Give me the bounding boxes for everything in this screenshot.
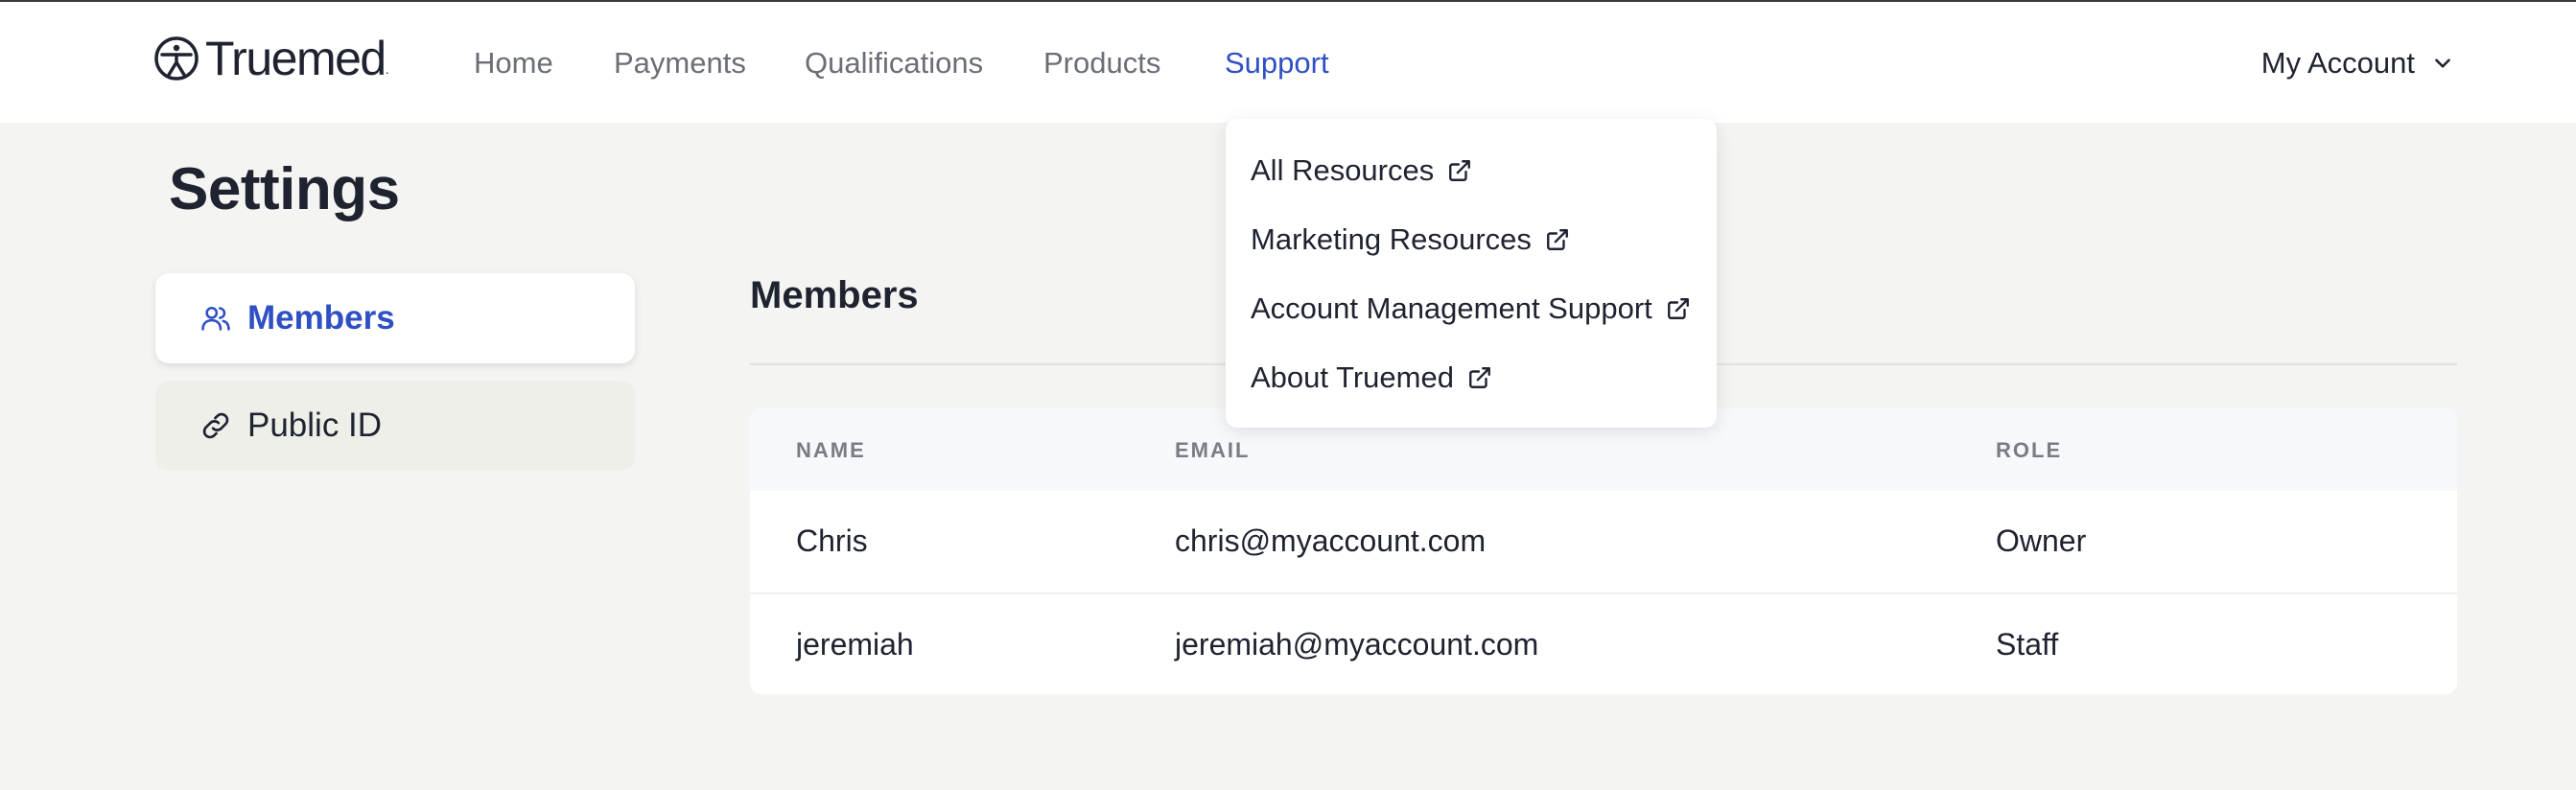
external-link-icon <box>1667 298 1689 319</box>
chevron-down-icon <box>2435 58 2450 68</box>
member-email: chris@myaccount.com <box>1175 523 1487 558</box>
logo-registered-mark: . <box>385 61 389 77</box>
menu-item-marketing-resources[interactable]: Marketing Resources <box>1251 221 1570 259</box>
external-link-icon <box>1469 367 1490 388</box>
member-role: Staff <box>1996 627 2059 662</box>
menu-item-all-resources[interactable]: All Resources <box>1251 151 1472 190</box>
members-section-title: Members <box>750 274 919 316</box>
my-account-label: My Account <box>2260 46 2415 80</box>
members-table: NAME EMAIL ROLE Chris chris@myaccount.co… <box>750 408 2457 694</box>
external-link-icon <box>1546 229 1568 250</box>
nav-qualifications[interactable]: Qualifications <box>805 44 983 82</box>
sidebar-item-members[interactable]: Members <box>155 273 635 363</box>
menu-item-label: Account Management Support <box>1251 291 1652 325</box>
column-header-name: NAME <box>796 438 866 462</box>
table-row: Chris chris@myaccount.com Owner <box>750 491 2457 592</box>
truemed-logo[interactable]: Truemed . <box>153 35 389 82</box>
truemed-logo-icon <box>154 36 199 81</box>
sidebar-item-label: Members <box>247 299 395 337</box>
member-name: jeremiah <box>796 627 914 662</box>
menu-item-label: All Resources <box>1251 153 1435 187</box>
nav-products[interactable]: Products <box>1043 44 1160 82</box>
external-link-icon <box>1449 160 1471 181</box>
top-navigation-bar: Truemed . Home Payments Qualifications P… <box>0 2 2576 123</box>
nav-support[interactable]: Support <box>1225 44 1329 82</box>
menu-item-label: About Truemed <box>1251 360 1454 394</box>
member-role: Owner <box>1996 523 2087 558</box>
menu-item-label: Marketing Resources <box>1251 222 1532 256</box>
page-title: Settings <box>169 156 400 222</box>
column-header-email: EMAIL <box>1175 438 1251 462</box>
sidebar-item-public-id[interactable]: Public ID <box>155 381 635 471</box>
table-row: jeremiah jeremiah@myaccount.com Staff <box>750 592 2457 694</box>
menu-item-account-management-support[interactable]: Account Management Support <box>1251 290 1691 328</box>
logo-wordmark: Truemed <box>205 32 386 85</box>
link-icon <box>202 412 229 439</box>
nav-home[interactable]: Home <box>474 44 553 82</box>
my-account-menu[interactable]: My Account <box>2261 44 2455 82</box>
nav-payments[interactable]: Payments <box>614 44 746 82</box>
column-header-role: ROLE <box>1996 438 2063 462</box>
support-dropdown-menu: All Resources Marketing Resources Accoun… <box>1226 119 1717 428</box>
member-name: Chris <box>796 523 868 558</box>
menu-item-about-truemed[interactable]: About Truemed <box>1251 359 1492 397</box>
sidebar-item-label: Public ID <box>247 407 383 444</box>
users-icon <box>201 306 230 331</box>
member-email: jeremiah@myaccount.com <box>1175 627 1539 662</box>
